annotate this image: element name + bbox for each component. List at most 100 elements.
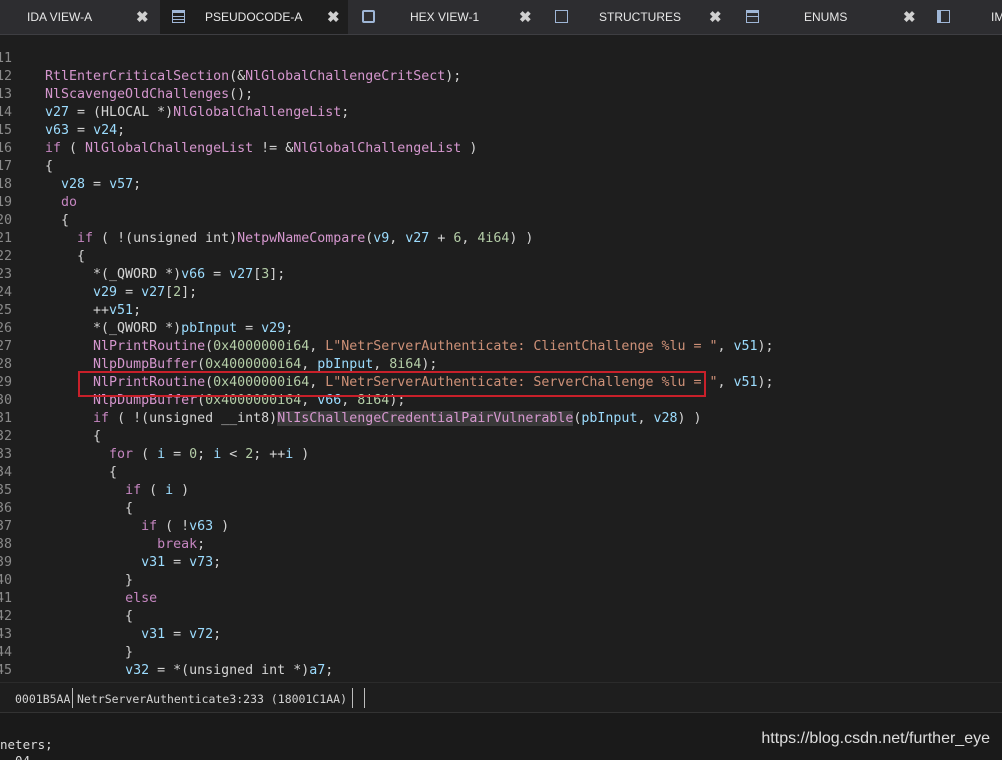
structures-icon [555, 10, 568, 23]
code-text: v31 = v73; [141, 555, 222, 570]
code-line[interactable]: 13 v27 = (HLOCAL *)NlGlobalChallengeList… [0, 68, 349, 120]
code-line[interactable]: 40 else [0, 554, 157, 606]
enums-icon [746, 10, 759, 23]
code-line[interactable]: 22 *(_QWORD *)v66 = v27[3]; [0, 230, 285, 282]
status-address: 0001B5AA [15, 692, 71, 706]
code-text: else [125, 591, 158, 606]
close-icon[interactable]: ✖ [903, 8, 916, 26]
code-line[interactable]: 33 { [0, 428, 117, 480]
code-line[interactable]: 29 NlpDumpBuffer(0x4000000i64, v66, 8i64… [0, 356, 405, 408]
tab-ida-view-a[interactable]: IDA VIEW-A ✖ [0, 0, 160, 34]
code-line[interactable]: 20 if ( !(unsigned int)NetpwNameCompare(… [0, 194, 533, 246]
highlight-box [78, 371, 706, 397]
code-text: NlScavengeOldChallenges(); [45, 87, 254, 102]
code-line[interactable]: 31 { [0, 392, 101, 444]
code-line[interactable]: 16 { [0, 122, 53, 174]
code-text: RtlEnterCriticalSection(&NlGlobalChallen… [45, 69, 462, 84]
code-line[interactable]: 28 NlPrintRoutine(0x4000000i64, L"NetrSe… [0, 338, 774, 390]
code-line[interactable]: 35 { [0, 464, 133, 516]
code-text: if ( i ) [125, 483, 190, 498]
code-text: if ( !(unsigned int)NetpwNameCompare(v9,… [77, 231, 534, 246]
code-text: if ( !(unsigned __int8)NlIsChallengeCred… [93, 411, 702, 426]
code-text: { [45, 465, 118, 480]
code-text: } [45, 645, 134, 660]
code-line[interactable]: 12 NlScavengeOldChallenges(); [0, 50, 253, 102]
code-line[interactable]: 27 NlpDumpBuffer(0x4000000i64, pbInput, … [0, 320, 437, 372]
code-line[interactable]: 44 v32 = *(unsigned int *)a7; [0, 626, 333, 678]
code-text: v28 = v57; [61, 177, 142, 192]
code-text: { [45, 609, 134, 624]
code-text: if ( !v63 ) [141, 519, 230, 534]
code-line[interactable]: 36 if ( !v63 ) [0, 482, 229, 534]
code-text: { [45, 501, 134, 516]
pseudocode-view[interactable]: 11 RtlEnterCriticalSection(&NlGlobalChal… [0, 32, 1002, 682]
code-text: for ( i = 0; i < 2; ++i ) [109, 447, 310, 462]
code-line[interactable]: 42 v31 = v72; [0, 590, 221, 642]
close-icon[interactable]: ✖ [709, 8, 722, 26]
tab-label: ENUMS [804, 10, 848, 24]
output-line: neters; [0, 737, 53, 752]
code-line-highlighted[interactable]: 30 if ( !(unsigned __int8)NlIsChallengeC… [0, 374, 702, 426]
close-icon[interactable]: ✖ [327, 8, 340, 26]
code-text: if ( NlGlobalChallengeList != &NlGlobalC… [45, 141, 478, 156]
imports-icon [937, 10, 950, 23]
tab-structures[interactable]: STRUCTURES ✖ [540, 0, 730, 34]
code-line[interactable]: 23 v29 = v27[2]; [0, 248, 197, 300]
code-line[interactable]: 19 { [0, 176, 69, 228]
code-line[interactable]: 32 for ( i = 0; i < 2; ++i ) [0, 410, 309, 462]
code-text: { [45, 249, 86, 264]
code-line[interactable]: 18 do [0, 158, 77, 210]
code-line[interactable]: 38 v31 = v73; [0, 518, 221, 570]
code-line[interactable]: 39 } [0, 536, 133, 588]
code-text: { [45, 213, 70, 228]
close-icon[interactable]: ✖ [136, 8, 149, 26]
code-line[interactable]: 26 NlPrintRoutine(0x4000000i64, L"NetrSe… [0, 302, 774, 354]
status-divider [72, 688, 73, 708]
code-line[interactable]: 24 ++v51; [0, 266, 141, 318]
code-line[interactable]: 17 v28 = v57; [0, 140, 141, 192]
code-line[interactable]: 15 if ( NlGlobalChallengeList != &NlGlob… [0, 104, 477, 156]
status-bar: 0001B5AA NetrServerAuthenticate3:233 (18… [0, 682, 1002, 713]
tab-label: IM [991, 10, 1002, 24]
code-line[interactable]: 41 { [0, 572, 133, 624]
code-line[interactable]: 37 break; [0, 500, 205, 552]
code-text: break; [157, 537, 206, 552]
code-text: v32 = *(unsigned int *)a7; [125, 663, 334, 678]
code-line[interactable]: 25 *(_QWORD *)pbInput = v29; [0, 284, 293, 336]
tab-enums[interactable]: ENUMS ✖ [730, 0, 924, 34]
status-divider [352, 688, 353, 708]
tab-label: HEX VIEW-1 [410, 10, 480, 24]
code-text: } [45, 573, 134, 588]
tab-hex-view-1[interactable]: HEX VIEW-1 ✖ [348, 0, 540, 34]
code-line[interactable]: 21 { [0, 212, 85, 264]
code-text: { [45, 429, 102, 444]
tab-label: PSEUDOCODE-A [205, 10, 303, 24]
code-text: v63 = v24; [45, 123, 126, 138]
tab-label: STRUCTURES [599, 10, 682, 24]
tab-label: IDA VIEW-A [27, 10, 93, 24]
watermark: https://blog.csdn.net/further_eye [761, 730, 990, 747]
close-icon[interactable]: ✖ [519, 8, 532, 26]
code-line[interactable]: 11 RtlEnterCriticalSection(&NlGlobalChal… [0, 32, 461, 84]
hex-icon [362, 10, 375, 23]
code-text: do [61, 195, 78, 210]
code-text: *(_QWORD *)v66 = v27[3]; [45, 267, 286, 282]
code-text: ++v51; [45, 303, 142, 318]
code-line[interactable]: 43 } [0, 608, 133, 660]
code-line[interactable]: 14 v63 = v24; [0, 86, 125, 138]
tab-pseudocode-a[interactable]: PSEUDOCODE-A ✖ [160, 0, 348, 34]
tab-bar: IDA VIEW-A ✖ PSEUDOCODE-A ✖ HEX VIEW-1 ✖… [0, 0, 1002, 35]
code-line[interactable]: 34 if ( i ) [0, 446, 189, 498]
tab-imports[interactable]: IM [924, 0, 1002, 34]
code-text: v27 = (HLOCAL *)NlGlobalChallengeList; [45, 105, 350, 120]
code-line[interactable]: 46 v33 = NlMakeSessionKey(v32, &v74, pbI… [0, 662, 32, 682]
code-text: *(_QWORD *)pbInput = v29; [45, 321, 294, 336]
code-line[interactable]: 45 _mm_store_si128((__m128i *)&v74, v31)… [0, 644, 429, 682]
code-text: v31 = v72; [141, 627, 222, 642]
status-divider [364, 688, 365, 708]
code-text: { [45, 159, 54, 174]
pseudocode-icon [172, 10, 185, 23]
code-text: v29 = v27[2]; [93, 285, 198, 300]
status-location: NetrServerAuthenticate3:233 (18001C1AA) [77, 692, 348, 706]
code-text: NlPrintRoutine(0x4000000i64, L"NetrServe… [93, 339, 774, 354]
